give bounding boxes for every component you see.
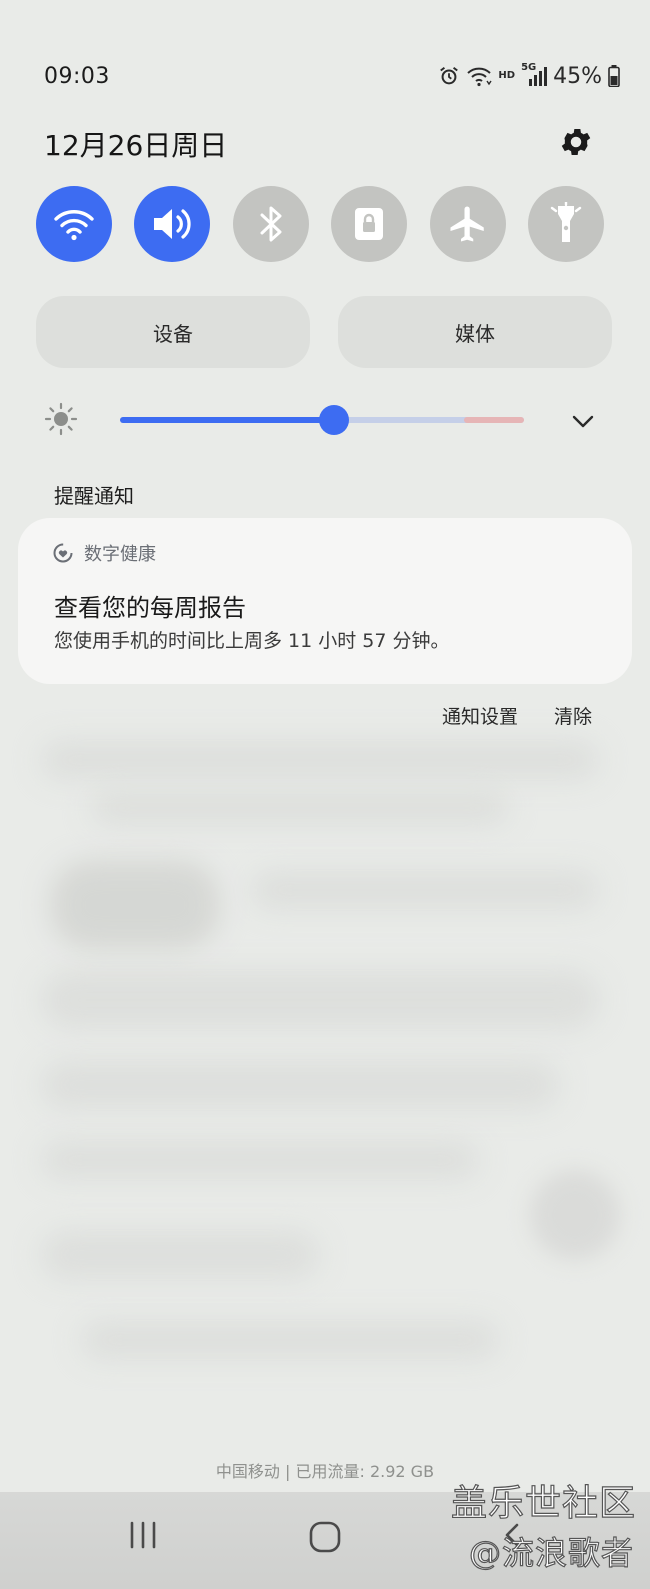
devices-button[interactable]: 设备 xyxy=(36,296,310,368)
notification-actions: 通知设置 清除 xyxy=(442,702,592,729)
rotation-lock-toggle[interactable] xyxy=(331,186,407,262)
brightness-row xyxy=(40,398,610,442)
notification-settings-button[interactable]: 通知设置 xyxy=(442,702,518,729)
speaker-icon xyxy=(154,209,191,239)
status-time: 09:03 xyxy=(44,64,110,89)
wifi-icon xyxy=(54,210,94,241)
chevron-down-icon[interactable] xyxy=(570,408,596,434)
brightness-sun-icon xyxy=(44,402,78,436)
wifi-toggle[interactable] xyxy=(36,186,112,262)
clear-button[interactable]: 清除 xyxy=(554,702,592,729)
quick-toggles xyxy=(36,186,616,262)
devices-label: 设备 xyxy=(153,321,193,346)
date-label: 12月26日周日 xyxy=(44,129,228,162)
notification-text: 您使用手机的时间比上周多 11 小时 57 分钟。 xyxy=(54,630,450,652)
status-bar: 09:03 HD 5G 45% xyxy=(0,0,650,120)
status-icons: HD 5G 45% xyxy=(438,62,620,90)
lock-icon xyxy=(355,208,383,240)
notifications-section-title: 提醒通知 xyxy=(54,484,134,508)
notification-title: 查看您的每周报告 xyxy=(54,594,246,622)
home-icon[interactable] xyxy=(308,1520,342,1554)
airplane-toggle[interactable] xyxy=(430,186,506,262)
notification-app-name: 数字健康 xyxy=(84,544,156,565)
gear-icon[interactable] xyxy=(558,124,594,160)
signal-icon: 5G xyxy=(521,63,548,87)
recent-apps-icon[interactable] xyxy=(128,1520,158,1550)
media-button[interactable]: 媒体 xyxy=(338,296,612,368)
airplane-icon xyxy=(450,206,484,242)
notification-app-header: 数字健康 xyxy=(52,540,156,566)
sound-toggle[interactable] xyxy=(134,186,210,262)
bluetooth-toggle[interactable] xyxy=(233,186,309,262)
wifi-status-icon xyxy=(467,67,493,87)
media-label: 媒体 xyxy=(455,321,495,346)
alarm-icon xyxy=(440,66,459,85)
brightness-fill xyxy=(120,417,335,423)
watermark-title: 盖乐世社区 xyxy=(450,1482,636,1524)
brightness-thumb[interactable] xyxy=(319,405,350,435)
battery-icon xyxy=(608,65,620,87)
brightness-warm-zone xyxy=(464,417,524,423)
bluetooth-icon xyxy=(260,206,282,242)
brightness-slider[interactable] xyxy=(120,405,524,435)
flashlight-icon xyxy=(550,202,582,242)
battery-percent: 45% xyxy=(553,63,602,89)
hd-label: HD xyxy=(498,70,516,81)
flashlight-toggle[interactable] xyxy=(528,186,604,262)
watermark-author: @流浪歌者 xyxy=(468,1533,634,1572)
notification-card[interactable]: 数字健康 查看您的每周报告 您使用手机的时间比上周多 11 小时 57 分钟。 xyxy=(18,518,632,684)
digital-wellbeing-icon xyxy=(53,543,73,563)
